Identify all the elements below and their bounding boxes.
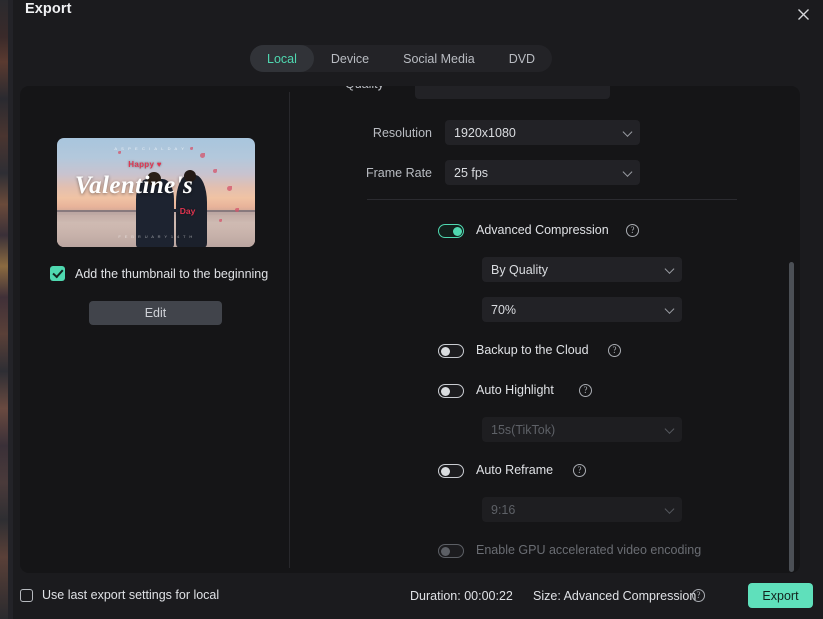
export-dialog: Export Local Device Social Media DVD A S… (13, 0, 823, 619)
advanced-compression-help-icon[interactable]: ? (626, 224, 639, 237)
add-thumbnail-checkbox-row[interactable]: Add the thumbnail to the beginning (50, 266, 268, 281)
add-thumbnail-label: Add the thumbnail to the beginning (75, 266, 269, 281)
settings-scroll-area: Quality Resolution 1920x1080 Frame Rate … (290, 86, 800, 573)
chevron-down-icon (664, 423, 675, 434)
frame-rate-label: Frame Rate (366, 166, 432, 180)
use-last-settings-label: Use last export settings for local (42, 588, 220, 602)
compression-quality-select[interactable]: 70% (482, 297, 682, 322)
duration-text: Duration: 00:00:22 (410, 589, 513, 603)
auto-reframe-ratio-value: 9:16 (491, 502, 516, 517)
size-help-icon[interactable]: ? (692, 589, 705, 602)
advanced-compression-label: Advanced Compression (476, 223, 609, 237)
clipped-quality-label: Quality (345, 86, 384, 91)
auto-highlight-preset-value: 15s(TikTok) (491, 422, 556, 437)
gpu-encoding-label: Enable GPU accelerated video encoding (476, 543, 702, 557)
auto-reframe-label: Auto Reframe (476, 463, 554, 477)
petal-icon (189, 146, 193, 150)
export-settings-panel: A S P E C I A L D A Y Happy ♥ Valentine'… (20, 86, 800, 573)
export-button[interactable]: Export (748, 583, 813, 608)
chevron-down-icon (622, 166, 633, 177)
clipped-quality-field[interactable] (415, 86, 610, 99)
compression-quality-value: 70% (491, 302, 517, 317)
thumbnail-line1: Happy ♥ (128, 159, 162, 169)
tab-device[interactable]: Device (314, 45, 386, 72)
settings-scrollbar-thumb[interactable] (789, 262, 794, 572)
auto-highlight-toggle[interactable] (438, 384, 464, 398)
thumbnail-line2: Valentine's (74, 171, 194, 199)
size-text: Size: Advanced Compression (533, 589, 697, 603)
page-title: Export (25, 1, 72, 17)
settings-scrollbar-track[interactable] (789, 92, 794, 572)
auto-highlight-label: Auto Highlight (476, 383, 554, 397)
background-app-edge (8, 0, 13, 619)
resolution-select[interactable]: 1920x1080 (445, 120, 640, 145)
thumbnail-top-caption: A S P E C I A L D A Y (114, 145, 186, 151)
petal-icon (235, 207, 240, 212)
export-target-tabs: Local Device Social Media DVD (250, 45, 553, 72)
chevron-down-icon (664, 303, 675, 314)
auto-highlight-preset-select: 15s(TikTok) (482, 417, 682, 442)
clipped-quality-row: Quality (290, 86, 800, 99)
backup-to-cloud-help-icon[interactable]: ? (608, 344, 621, 357)
tab-dvd[interactable]: DVD (492, 45, 552, 72)
settings-divider (367, 199, 737, 200)
frame-rate-value: 25 fps (454, 165, 489, 180)
dialog-titlebar: Export (13, 0, 823, 34)
backup-to-cloud-toggle[interactable] (438, 344, 464, 358)
gpu-encoding-toggle (438, 544, 464, 558)
resolution-value: 1920x1080 (454, 125, 516, 140)
close-icon[interactable] (789, 0, 817, 28)
petal-icon (199, 153, 205, 159)
chevron-down-icon (664, 263, 675, 274)
advanced-compression-toggle[interactable] (438, 224, 464, 238)
backup-to-cloud-label: Backup to the Cloud (476, 343, 589, 357)
edit-thumbnail-button[interactable]: Edit (89, 301, 222, 325)
background-app-strip (0, 0, 8, 619)
auto-highlight-help-icon[interactable]: ? (579, 384, 592, 397)
resolution-label: Resolution (372, 126, 432, 140)
checkbox-unchecked-icon[interactable] (20, 588, 33, 602)
chevron-down-icon (622, 126, 633, 137)
checkbox-checked-icon[interactable] (50, 266, 65, 281)
thumbnail-bottom-caption: F E B R U A R Y 1 4 T H (118, 233, 194, 239)
frame-rate-select[interactable]: 25 fps (445, 160, 640, 185)
auto-reframe-ratio-select: 9:16 (482, 497, 682, 522)
chevron-down-icon (664, 503, 675, 514)
thumbnail-preview[interactable]: A S P E C I A L D A Y Happy ♥ Valentine'… (57, 138, 255, 247)
thumbnail-line3: Day (179, 205, 196, 216)
dialog-footer: Use last export settings for local Durat… (13, 573, 823, 619)
compression-mode-value: By Quality (491, 262, 548, 277)
use-last-settings-row[interactable]: Use last export settings for local (20, 588, 219, 602)
tab-local[interactable]: Local (250, 45, 314, 72)
compression-mode-select[interactable]: By Quality (482, 257, 682, 282)
auto-reframe-help-icon[interactable]: ? (573, 464, 586, 477)
auto-reframe-toggle[interactable] (438, 464, 464, 478)
tab-social-media[interactable]: Social Media (386, 45, 492, 72)
